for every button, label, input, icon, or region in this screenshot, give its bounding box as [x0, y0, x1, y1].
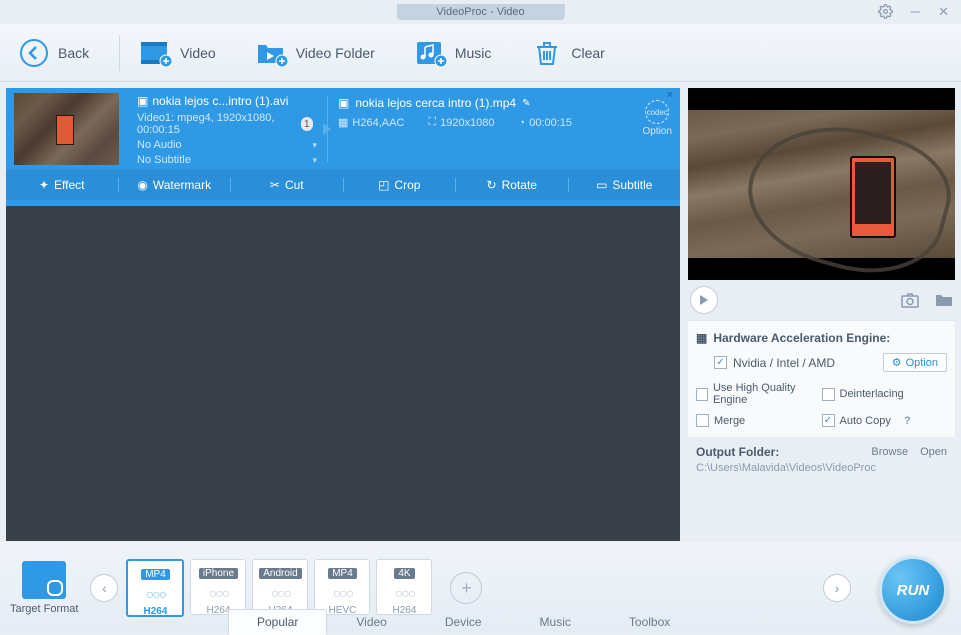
snapshot-icon[interactable]	[901, 293, 919, 308]
file-icon: ▣	[338, 96, 349, 110]
tab-toolbox[interactable]: Toolbox	[600, 609, 699, 635]
crop-button[interactable]: ◰Crop	[343, 178, 456, 192]
video-plus-icon	[140, 37, 172, 69]
toolbar-separator	[119, 35, 120, 71]
empty-clip-area	[6, 206, 680, 541]
chip-icon: ▦	[696, 331, 707, 345]
codec-gear-icon: codec	[645, 100, 669, 124]
output-duration: ◔00:00:15	[519, 116, 572, 129]
clear-button[interactable]: Clear	[531, 37, 604, 69]
help-icon[interactable]: ?	[904, 415, 911, 427]
main-toolbar: Back Video Video Folder Music Clear	[0, 24, 961, 82]
titlebar: VideoProc - Video ─ ✕	[0, 0, 961, 24]
settings-icon[interactable]	[878, 4, 893, 20]
add-video-button[interactable]: Video	[140, 37, 216, 69]
hq-engine-checkbox[interactable]: Use High Quality Engine	[696, 382, 822, 406]
clip-thumbnail	[14, 93, 119, 165]
format-card[interactable]: MP4○○○HEVC	[314, 559, 370, 615]
subtitle-button[interactable]: ▭Subtitle	[568, 178, 681, 192]
clock-icon: ◔	[519, 117, 526, 129]
close-icon[interactable]: ✕	[938, 4, 949, 20]
format-card[interactable]: iPhone○○○H264	[190, 559, 246, 615]
resolution-icon: ⛶	[428, 116, 436, 129]
video-info-line: Video1: mpeg4, 1920x1080, 00:00:15	[137, 112, 301, 136]
add-format-button[interactable]: +	[450, 572, 482, 604]
music-plus-icon	[415, 37, 447, 69]
rotate-icon: ↻	[487, 178, 497, 192]
format-card[interactable]: MP4○○○H264	[126, 559, 184, 617]
deinterlacing-checkbox[interactable]: Deinterlacing	[822, 382, 948, 406]
gear-icon: ⚙	[892, 356, 902, 369]
autocopy-checkbox[interactable]: ✓Auto Copy ?	[822, 414, 948, 427]
tab-device[interactable]: Device	[416, 609, 511, 635]
preview-panel: ▦Hardware Acceleration Engine: ✓ Nvidia …	[680, 82, 961, 542]
vendors-label: Nvidia / Intel / AMD	[733, 356, 835, 370]
add-music-button[interactable]: Music	[415, 37, 492, 69]
dropdown-caret-icon[interactable]: ▾	[312, 140, 317, 151]
tab-popular[interactable]: Popular	[228, 609, 327, 635]
main-content: ✕ ▣nokia lejos c...intro (1).avi Video1:…	[0, 82, 961, 542]
audio-info-line: No Audio	[137, 139, 182, 151]
hardware-accel-panel: ▦Hardware Acceleration Engine: ✓ Nvidia …	[688, 320, 955, 437]
scissors-icon: ✂	[270, 178, 280, 192]
format-footer: Target Format ‹ MP4○○○H264iPhone○○○H264A…	[0, 542, 961, 634]
back-arrow-icon	[18, 37, 50, 69]
crop-icon: ◰	[378, 178, 389, 192]
stamp-icon: ◉	[137, 178, 147, 192]
minimize-icon[interactable]: ─	[911, 4, 920, 20]
hw-option-button[interactable]: ⚙Option	[883, 353, 947, 372]
format-card[interactable]: 4K○○○H264	[376, 559, 432, 615]
folder-video-plus-icon	[256, 37, 288, 69]
output-codec: ▦H264,AAC	[338, 116, 404, 129]
window-title: VideoProc - Video	[396, 4, 564, 20]
output-folder-section: Output Folder: Browse Open C:\Users\Mala…	[688, 437, 955, 482]
output-filename: nokia lejos cerca intro (1).mp4	[355, 96, 516, 110]
run-button[interactable]: RUN	[879, 556, 947, 624]
play-button[interactable]	[690, 286, 718, 314]
codec-option-button[interactable]: codec Option	[643, 100, 672, 137]
add-video-folder-button[interactable]: Video Folder	[256, 37, 375, 69]
back-button[interactable]: Back	[18, 37, 89, 69]
edit-filename-icon[interactable]: ✎	[522, 98, 530, 109]
subtitle-info-line: No Subtitle	[137, 154, 191, 166]
format-category-tabs: Popular Video Device Music Toolbox	[228, 609, 699, 635]
wand-icon: ✦	[39, 178, 49, 192]
tab-video[interactable]: Video	[327, 609, 415, 635]
tab-music[interactable]: Music	[511, 609, 600, 635]
effect-button[interactable]: ✦Effect	[6, 178, 118, 192]
watermark-button[interactable]: ◉Watermark	[118, 178, 231, 192]
video-preview	[688, 88, 955, 280]
target-format-button[interactable]: Target Format	[10, 561, 78, 615]
vendors-checkbox[interactable]: ✓	[714, 356, 727, 369]
target-format-icon	[22, 561, 66, 599]
output-resolution: ⛶1920x1080	[428, 116, 494, 129]
trash-icon	[531, 37, 563, 69]
scroll-left-button[interactable]: ‹	[90, 574, 118, 602]
dropdown-caret-icon[interactable]: ▾	[312, 155, 317, 166]
source-filename: ▣nokia lejos c...intro (1).avi	[137, 94, 317, 108]
card-divider-arrow	[327, 96, 328, 162]
stream-count-badge: 1	[301, 117, 313, 131]
scroll-right-button[interactable]: ›	[823, 574, 851, 602]
browse-button[interactable]: Browse	[871, 446, 908, 458]
format-card[interactable]: Android○○○H264	[252, 559, 308, 615]
video-clip-card[interactable]: ✕ ▣nokia lejos c...intro (1).avi Video1:…	[6, 88, 680, 206]
subtitle-icon: ▭	[596, 178, 607, 192]
cut-button[interactable]: ✂Cut	[230, 178, 343, 192]
open-button[interactable]: Open	[920, 446, 947, 458]
rotate-button[interactable]: ↻Rotate	[455, 178, 568, 192]
merge-checkbox[interactable]: Merge	[696, 414, 822, 427]
file-icon: ▣	[137, 94, 148, 108]
open-folder-icon[interactable]	[935, 293, 953, 307]
clip-list-panel: ✕ ▣nokia lejos c...intro (1).avi Video1:…	[0, 82, 680, 542]
codec-icon: ▦	[338, 116, 348, 129]
output-folder-path: C:\Users\Malavida\Videos\VideoProc	[696, 462, 947, 474]
